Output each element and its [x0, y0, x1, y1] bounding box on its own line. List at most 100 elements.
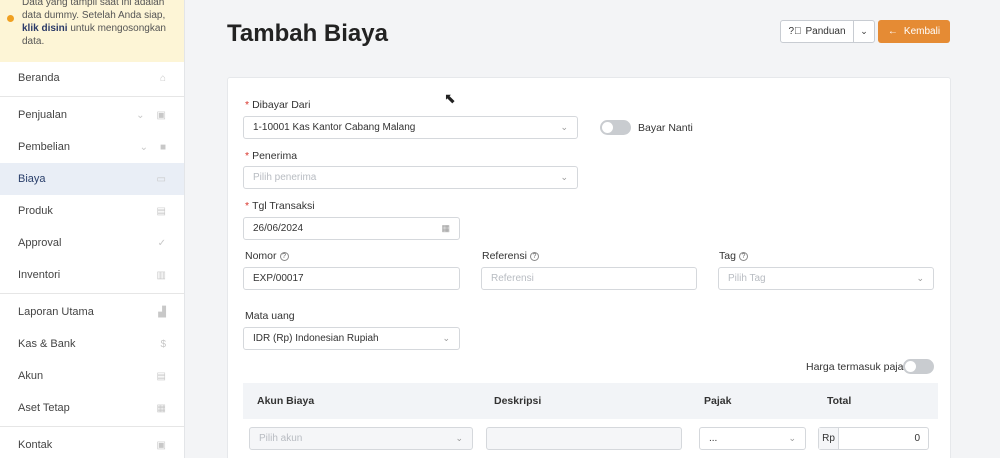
building-icon: ▦: [156, 402, 166, 414]
dibayar-dari-select[interactable]: 1-10001 Kas Kantor Cabang Malang ⌄: [243, 116, 578, 139]
akun-placeholder: Pilih akun: [259, 433, 303, 444]
sidebar-item-laporan-utama[interactable]: Laporan Utama ▟: [0, 296, 184, 328]
sidebar-item-label: Aset Tetap: [18, 402, 70, 414]
box-icon: ▤: [156, 205, 166, 217]
sidebar-item-kontak[interactable]: Kontak ▣: [0, 429, 184, 458]
sidebar-item-biaya[interactable]: Biaya ▭: [0, 163, 184, 195]
nomor-value: EXP/00017: [253, 273, 304, 284]
currency-prefix: Rp: [819, 428, 839, 449]
column-header-deskripsi: Deskripsi: [494, 395, 542, 407]
chevron-down-icon: ⌄: [455, 433, 463, 443]
sidebar-item-label: Kas & Bank: [18, 338, 76, 350]
sidebar-item-kas-bank[interactable]: Kas & Bank $: [0, 328, 184, 360]
chevron-down-icon: ⌄: [560, 122, 568, 132]
penerima-select[interactable]: Pilih penerima ⌄: [243, 166, 578, 189]
tgl-transaksi-input[interactable]: 26/06/2024 ▦: [243, 217, 460, 240]
total-input[interactable]: Rp 0: [818, 427, 929, 450]
nomor-label: Nomor?: [245, 250, 289, 262]
sidebar-item-label: Produk: [18, 205, 53, 217]
help-circle-icon: ?⃝: [788, 26, 802, 37]
dibayar-dari-label: * Dibayar Dari: [245, 99, 311, 111]
referensi-input[interactable]: Referensi: [481, 267, 697, 290]
mata-uang-label: Mata uang: [245, 310, 295, 322]
column-header-total: Total: [827, 395, 852, 407]
kembali-label: Kembali: [903, 26, 941, 37]
sidebar-item-label: Pembelian: [18, 141, 70, 153]
sidebar-item-label: Kontak: [18, 439, 53, 451]
table-header: Akun Biaya Deskripsi Pajak Total: [243, 383, 938, 419]
tag-select[interactable]: Pilih Tag ⌄: [718, 267, 934, 290]
calendar-icon: ▦: [441, 223, 450, 233]
bag-icon: ■: [159, 141, 166, 153]
sidebar-item-label: Inventori: [18, 269, 61, 281]
form-card: * Dibayar Dari 1-10001 Kas Kantor Cabang …: [227, 77, 951, 458]
contact-icon: ▣: [156, 439, 166, 451]
chart-icon: ▟: [158, 306, 166, 318]
info-icon: ?: [279, 252, 289, 261]
sidebar-item-label: Beranda: [18, 72, 60, 84]
arrow-left-icon: ←: [887, 26, 898, 37]
divider: [0, 96, 184, 97]
pajak-select[interactable]: ... ⌄: [699, 427, 806, 450]
notice-link[interactable]: klik disini: [22, 23, 68, 34]
info-icon: ?: [738, 252, 748, 261]
main-content: Tambah Biaya ?⃝ Panduan ⌄ ← Kembali * Dibay…: [185, 0, 1000, 458]
chevron-down-icon: ⌄: [560, 172, 568, 182]
panduan-button[interactable]: ?⃝ Panduan ⌄: [780, 20, 875, 43]
kembali-button[interactable]: ← Kembali: [878, 20, 950, 43]
harga-pajak-label: Harga termasuk pajak: [806, 361, 909, 373]
column-header-akun-biaya: Akun Biaya: [257, 395, 315, 407]
mouse-cursor-icon: ⬉: [444, 90, 456, 106]
chevron-down-icon: ⌄: [139, 141, 148, 153]
sidebar-item-akun[interactable]: Akun ▤: [0, 360, 184, 392]
notice-text: Data yang tampil saat ini adalah data du…: [22, 0, 166, 21]
tag-placeholder: Pilih Tag: [728, 273, 766, 284]
ledger-icon: ▤: [156, 370, 166, 382]
sidebar-item-approval[interactable]: Approval ✓: [0, 227, 184, 259]
chevron-down-icon[interactable]: ⌄: [854, 21, 874, 42]
column-header-pajak: Pajak: [704, 395, 732, 407]
sidebar-item-produk[interactable]: Produk ▤: [0, 195, 184, 227]
bayar-nanti-toggle[interactable]: [600, 120, 631, 135]
penerima-placeholder: Pilih penerima: [253, 172, 317, 183]
mata-uang-value: IDR (Rp) Indonesian Rupiah: [253, 333, 379, 344]
divider: [0, 293, 184, 294]
sidebar-item-aset-tetap[interactable]: Aset Tetap ▦: [0, 392, 184, 424]
home-icon: ⌂: [159, 72, 166, 84]
sidebar-item-label: Laporan Utama: [18, 306, 94, 318]
sidebar-item-label: Akun: [18, 370, 44, 382]
sidebar-item-label: Approval: [18, 237, 62, 249]
check-icon: ✓: [157, 237, 166, 249]
dibayar-dari-value: 1-10001 Kas Kantor Cabang Malang: [253, 122, 416, 133]
dummy-data-notice: Data yang tampil saat ini adalah data du…: [0, 0, 184, 62]
harga-pajak-toggle[interactable]: [903, 359, 934, 374]
tgl-transaksi-value: 26/06/2024: [253, 223, 304, 234]
divider: [0, 426, 184, 427]
tag-label: Tag?: [719, 250, 748, 262]
page-title: Tambah Biaya: [227, 20, 388, 47]
sidebar-item-label: Biaya: [18, 173, 46, 185]
akun-biaya-select[interactable]: Pilih akun ⌄: [249, 427, 473, 450]
bayar-nanti-label: Bayar Nanti: [638, 122, 693, 134]
card-icon: ▭: [156, 173, 166, 185]
dollar-icon: $: [160, 338, 166, 350]
deskripsi-input[interactable]: [486, 427, 682, 450]
sidebar-item-beranda[interactable]: Beranda ⌂: [0, 62, 184, 94]
mata-uang-select[interactable]: IDR (Rp) Indonesian Rupiah ⌄: [243, 327, 460, 350]
notice-dot-icon: [7, 15, 14, 22]
warehouse-icon: ▥: [156, 269, 166, 281]
chevron-down-icon: ⌄: [136, 109, 145, 121]
chevron-down-icon: ⌄: [916, 273, 924, 283]
basket-icon: ▣: [156, 109, 166, 121]
nomor-input[interactable]: EXP/00017: [243, 267, 460, 290]
pajak-value: ...: [709, 433, 718, 444]
sidebar-item-penjualan[interactable]: Penjualan ⌄ ▣: [0, 99, 184, 131]
sidebar-item-inventori[interactable]: Inventori ▥: [0, 259, 184, 291]
referensi-label: Referensi?: [482, 250, 539, 262]
sidebar: Data yang tampil saat ini adalah data du…: [0, 0, 185, 458]
sidebar-item-label: Penjualan: [18, 109, 67, 121]
referensi-placeholder: Referensi: [491, 273, 534, 284]
panduan-label: Panduan: [805, 26, 846, 37]
sidebar-item-pembelian[interactable]: Pembelian ⌄ ■: [0, 131, 184, 163]
total-value: 0: [914, 433, 920, 444]
